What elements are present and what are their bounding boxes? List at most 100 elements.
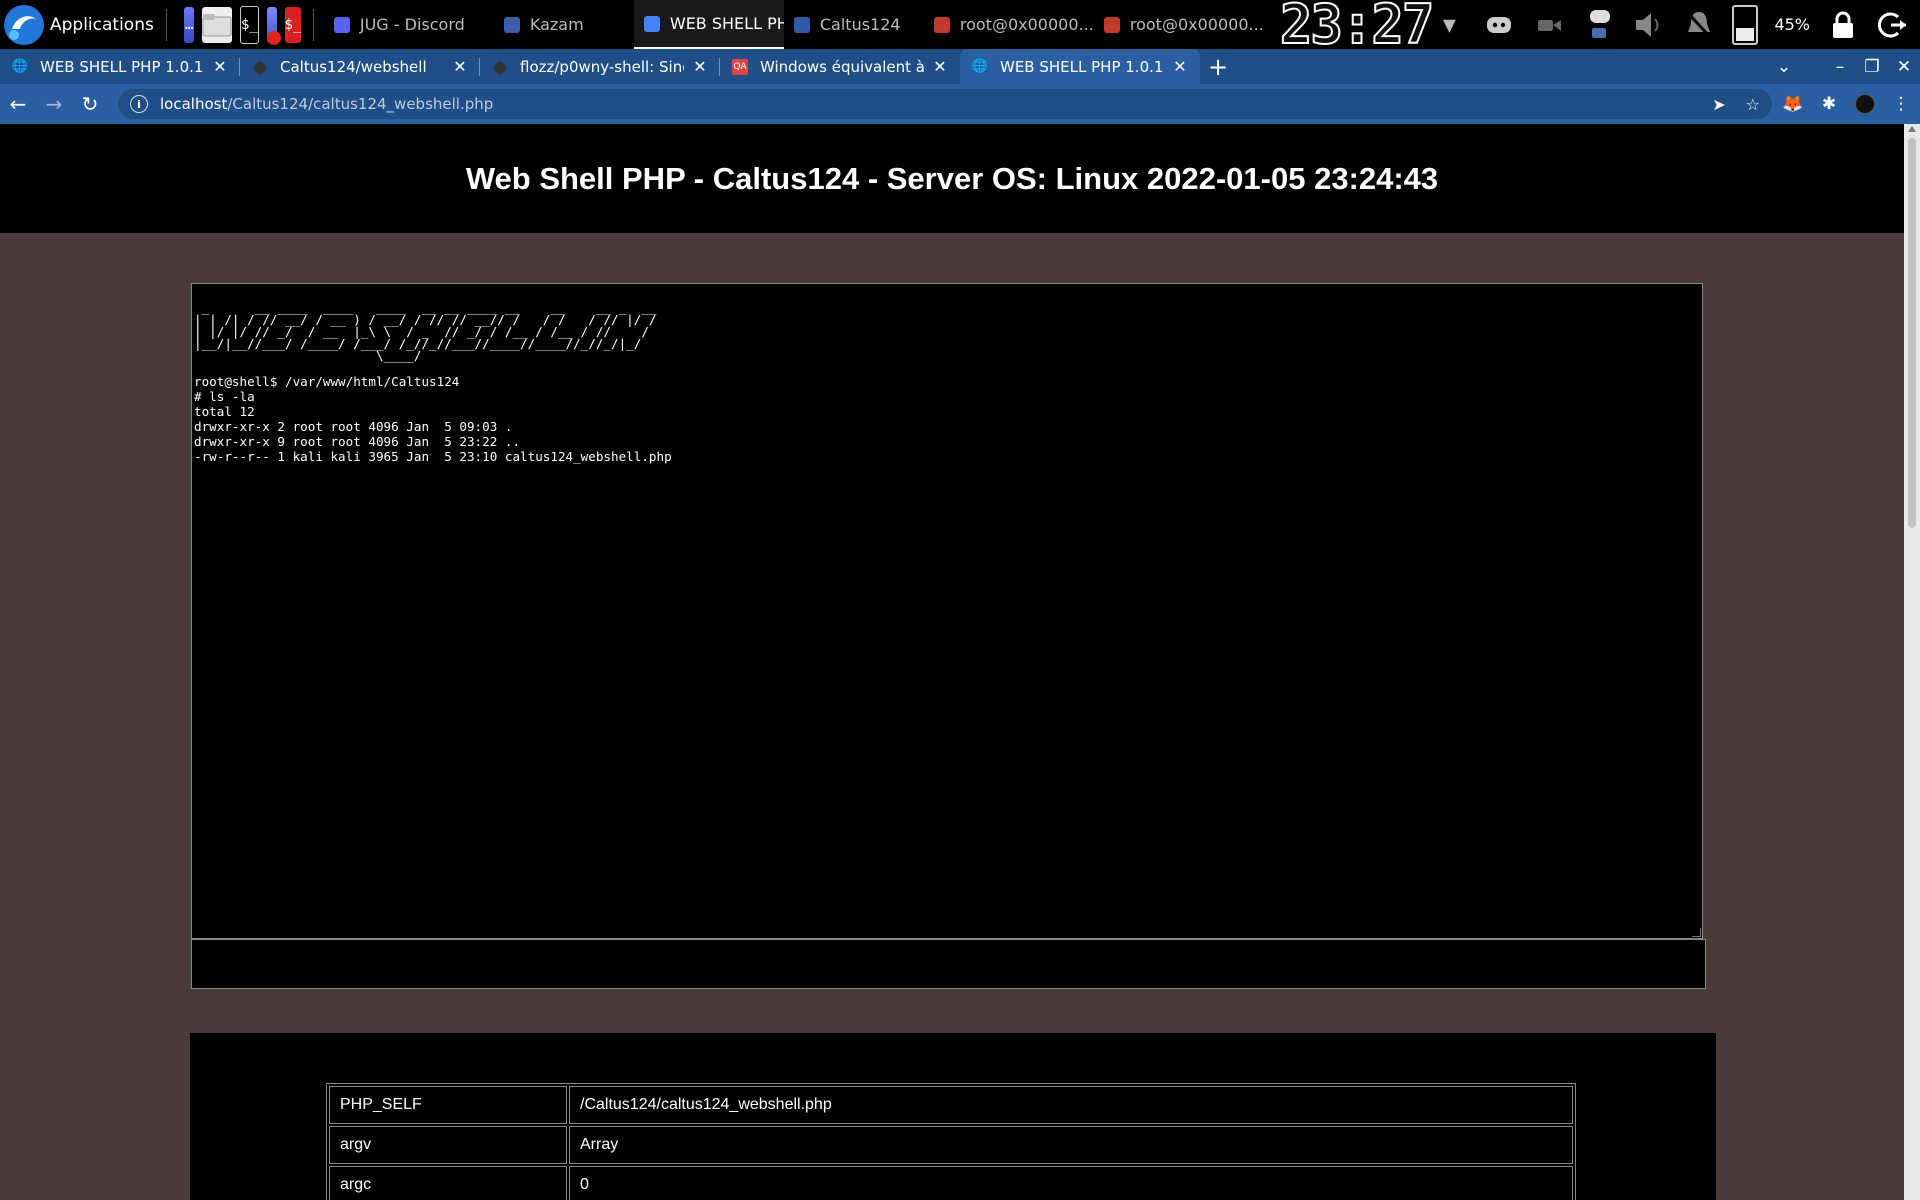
qa-icon: QA: [732, 58, 748, 75]
back-arrow-icon: ←: [9, 92, 27, 116]
taskbar-item-label: root@0x00000...: [959, 15, 1094, 34]
globe-icon: 🌐: [971, 59, 989, 74]
browser-tab-title: Caltus124/webshell: [280, 57, 427, 76]
browser-tab[interactable]: ● Caltus124/webshell ✕: [240, 49, 480, 84]
shell-command: # ls -la: [194, 389, 255, 404]
terminal-icon: $_: [241, 16, 258, 33]
terminal-launcher[interactable]: $_: [240, 5, 259, 44]
forward-button[interactable]: →: [36, 86, 72, 122]
close-tab-icon[interactable]: ✕: [932, 57, 948, 76]
battery-fill: [1736, 28, 1755, 41]
minimize-window-icon[interactable]: –: [1824, 57, 1856, 77]
url-path: /Caltus124/caltus124_webshell.php: [227, 95, 494, 113]
browser-tab[interactable]: 🌐 WEB SHELL PHP 1.0.1 ✕: [0, 49, 240, 84]
taskbar-item[interactable]: WEB SHELL PHP...: [633, 0, 784, 49]
address-bar[interactable]: i localhost/Caltus124/caltus124_webshell…: [118, 89, 1772, 119]
taskbar-item[interactable]: root@0x00000...: [1094, 0, 1264, 49]
app-icon: [1103, 16, 1120, 33]
globe-icon: 🌐: [11, 59, 29, 74]
applications-label: Applications: [50, 14, 154, 35]
file-manager-launcher[interactable]: [202, 6, 232, 43]
app-icon: [643, 15, 660, 32]
close-tab-icon[interactable]: ✕: [212, 57, 228, 76]
browser-tab-title: WEB SHELL PHP 1.0.1: [40, 57, 204, 76]
app-icon: [503, 16, 520, 33]
close-tab-icon[interactable]: ✕: [452, 57, 468, 76]
taskbar-item-label: root@0x00000...: [1129, 15, 1264, 34]
page-scrollbar[interactable]: [1904, 124, 1920, 1200]
browser-tabs: 🌐 WEB SHELL PHP 1.0.1 ✕ ● Caltus124/webshell…: [0, 49, 1200, 84]
network-icon[interactable]: ▾: [1432, 8, 1466, 42]
close-tab-icon[interactable]: ✕: [1172, 57, 1188, 76]
show-desktop-launcher[interactable]: …: [184, 6, 194, 43]
github-icon: ●: [493, 57, 507, 76]
window-controls: ⌄ – ❐ ✕: [1768, 49, 1920, 84]
discord-tray-icon[interactable]: [1482, 8, 1516, 42]
github-icon: ●: [253, 57, 267, 76]
browser-menu-icon[interactable]: ⋮: [1890, 93, 1912, 115]
reload-button[interactable]: ↻: [72, 86, 108, 122]
lock-screen-icon[interactable]: [1826, 8, 1860, 42]
page-header: Web Shell PHP - Caltus124 - Server OS: L…: [0, 124, 1904, 233]
bookmark-star-icon[interactable]: ☆: [1746, 95, 1760, 114]
browser-tab-title: Windows équivalent à UN: [760, 57, 924, 76]
url-host: localhost: [160, 95, 228, 113]
page-viewport: Web Shell PHP - Caltus124 - Server OS: L…: [0, 124, 1904, 1200]
output-line: drwxr-xr-x 2 root root 4096 Jan 5 09:03 …: [194, 419, 513, 434]
shell-prompt: root@shell$ /var/www/html/Caltus124: [194, 374, 460, 389]
restore-window-icon[interactable]: ❐: [1856, 57, 1888, 77]
discord-notification-icon[interactable]: [1582, 8, 1616, 42]
screen-recorder-launcher[interactable]: [266, 6, 281, 45]
command-input[interactable]: [191, 939, 1706, 989]
browser-tab-strip: 🌐 WEB SHELL PHP 1.0.1 ✕ ● Caltus124/webshell…: [0, 49, 1920, 84]
dots-icon: …: [184, 16, 194, 33]
taskbar-item[interactable]: Caltus124: [784, 0, 924, 49]
command-output: total 12 drwxr-xr-x 2 root root 4096 Jan …: [194, 404, 1700, 464]
taskbar-item[interactable]: JUG - Discord: [324, 0, 494, 49]
metamask-extension-icon[interactable]: 🦊: [1782, 93, 1804, 115]
notifications-disabled-icon[interactable]: [1682, 8, 1716, 42]
page-title: Web Shell PHP - Caltus124 - Server OS: L…: [465, 160, 1439, 196]
battery-icon[interactable]: [1732, 4, 1759, 45]
output-line: drwxr-xr-x 9 root root 4096 Jan 5 23:22 …: [194, 434, 521, 449]
send-to-devices-icon[interactable]: ➤: [1712, 95, 1725, 114]
root-terminal-icon: $_: [284, 16, 302, 33]
kazam-tray-icon[interactable]: [1532, 8, 1566, 42]
applications-menu[interactable]: Applications: [0, 0, 154, 49]
panel-clock[interactable]: 23:27: [1279, 0, 1436, 53]
browser-tab[interactable]: QA Windows équivalent à UN ✕: [720, 49, 960, 84]
close-window-icon[interactable]: ✕: [1888, 57, 1920, 77]
resize-handle[interactable]: [1692, 928, 1701, 937]
shell-output[interactable]: _ __ ____ ____ ____ __ __ ____ __ __ __ …: [191, 283, 1703, 939]
taskbar-item[interactable]: root@0x00000...: [924, 0, 1094, 49]
taskbar-item-label: Caltus124: [819, 15, 901, 34]
variable-name-cell: argv: [329, 1126, 567, 1164]
desktop-top-panel: Applications … $_ $_ JUG - Discord Kazam W…: [0, 0, 1920, 53]
close-tab-icon[interactable]: ✕: [692, 57, 708, 76]
extensions-puzzle-icon[interactable]: ✱: [1818, 93, 1840, 115]
browser-tab[interactable]: ● flozz/p0wny-shell: Single ✕: [480, 49, 720, 84]
browser-tab-title: WEB SHELL PHP 1.0.1: [1000, 57, 1164, 76]
logout-icon[interactable]: [1876, 8, 1910, 42]
volume-muted-icon[interactable]: [1632, 8, 1666, 42]
root-terminal-launcher[interactable]: $_: [284, 6, 302, 43]
profile-avatar-icon[interactable]: [1854, 93, 1876, 115]
server-variables-table: PHP_SELF/Caltus124/caltus124_webshell.ph…: [326, 1083, 1576, 1200]
table-row: argc 0: [329, 1166, 1573, 1200]
taskbar-item-label: JUG - Discord: [359, 15, 465, 34]
extension-icons: 🦊 ✱ ⋮: [1782, 93, 1920, 115]
back-button[interactable]: ←: [0, 86, 36, 122]
table-row: PHP_SELF/Caltus124/caltus124_webshell.ph…: [329, 1086, 1573, 1124]
scrollbar-thumb[interactable]: [1908, 138, 1916, 528]
site-info-icon[interactable]: i: [130, 95, 148, 113]
variable-value-cell: 0: [569, 1166, 1573, 1200]
tab-search-icon[interactable]: ⌄: [1768, 57, 1800, 77]
variable-value-cell: /Caltus124/caltus124_webshell.php: [569, 1086, 1573, 1124]
battery-percentage: 45%: [1774, 15, 1810, 34]
scroll-up-arrow-icon[interactable]: [1908, 126, 1916, 132]
new-tab-button[interactable]: +: [1200, 49, 1236, 84]
browser-tab[interactable]: 🌐 WEB SHELL PHP 1.0.1 ✕: [960, 49, 1200, 84]
taskbar-item[interactable]: Kazam: [494, 0, 634, 49]
app-icon: [793, 16, 810, 33]
app-icon: [933, 16, 950, 33]
